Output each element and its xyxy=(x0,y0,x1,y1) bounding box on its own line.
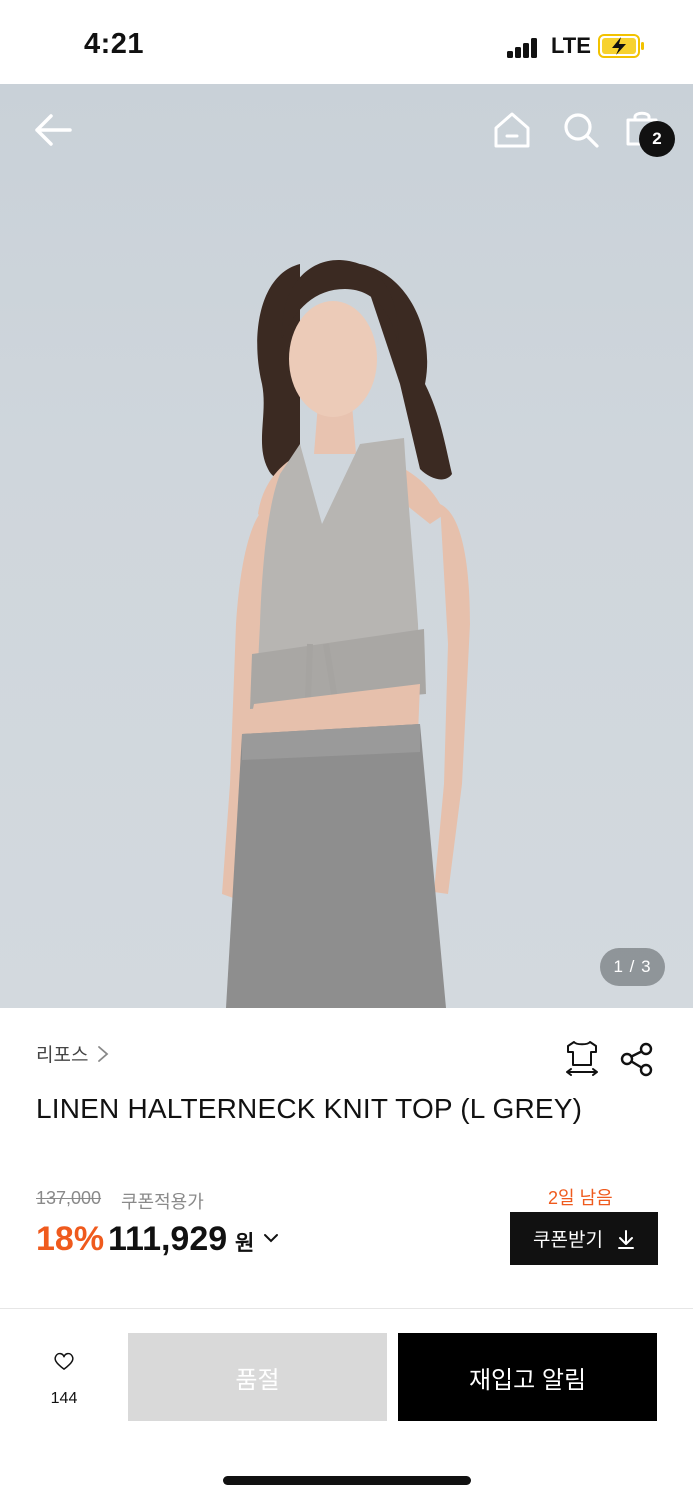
soldout-label: 품절 xyxy=(235,1366,280,1394)
signal-icon xyxy=(507,36,539,58)
image-page-indicator: 1 / 3 xyxy=(600,948,665,986)
battery-charging-icon xyxy=(598,34,644,58)
sale-price: 111,929 xyxy=(108,1220,228,1258)
chevron-right-icon xyxy=(98,1045,109,1062)
discount-rate: 18% xyxy=(36,1220,105,1258)
product-title: LINEN HALTERNECK KNIT TOP (L GREY) xyxy=(36,1093,583,1124)
product-image-gallery[interactable]: 1 / 3 xyxy=(0,84,693,1008)
brand-link[interactable]: 리포스 xyxy=(36,1040,110,1067)
get-coupon-label: 쿠폰받기 xyxy=(533,1230,603,1251)
product-photo xyxy=(222,259,470,1008)
back-arrow-icon[interactable] xyxy=(32,112,74,148)
divider xyxy=(0,1308,693,1309)
restock-alert-label: 재입고 알림 xyxy=(468,1366,587,1394)
size-guide-icon[interactable] xyxy=(563,1039,601,1077)
restock-alert-button[interactable]: 재입고 알림 xyxy=(398,1333,657,1421)
coupon-price-label: 쿠폰적용가 xyxy=(121,1192,204,1212)
heart-icon[interactable] xyxy=(36,1350,92,1386)
brand-name: 리포스 xyxy=(36,1045,89,1066)
download-icon xyxy=(617,1229,634,1249)
chevron-down-icon[interactable] xyxy=(263,1231,279,1245)
soldout-button: 품절 xyxy=(128,1333,387,1421)
search-icon[interactable] xyxy=(561,110,601,150)
coupon-days-left: 2일 남음 xyxy=(548,1188,613,1208)
status-bar: 4:21 LTE xyxy=(0,0,693,84)
get-coupon-button[interactable]: 쿠폰받기 xyxy=(510,1212,658,1265)
original-price: 137,000 xyxy=(36,1188,102,1208)
currency-label: 원 xyxy=(235,1232,255,1255)
home-icon[interactable] xyxy=(492,110,532,150)
status-time: 4:21 xyxy=(84,28,145,60)
home-indicator xyxy=(223,1476,471,1485)
like-count: 144 xyxy=(50,1390,78,1407)
cart-count-badge: 2 xyxy=(639,121,675,157)
share-icon[interactable] xyxy=(619,1041,655,1077)
network-label: LTE xyxy=(551,33,591,58)
